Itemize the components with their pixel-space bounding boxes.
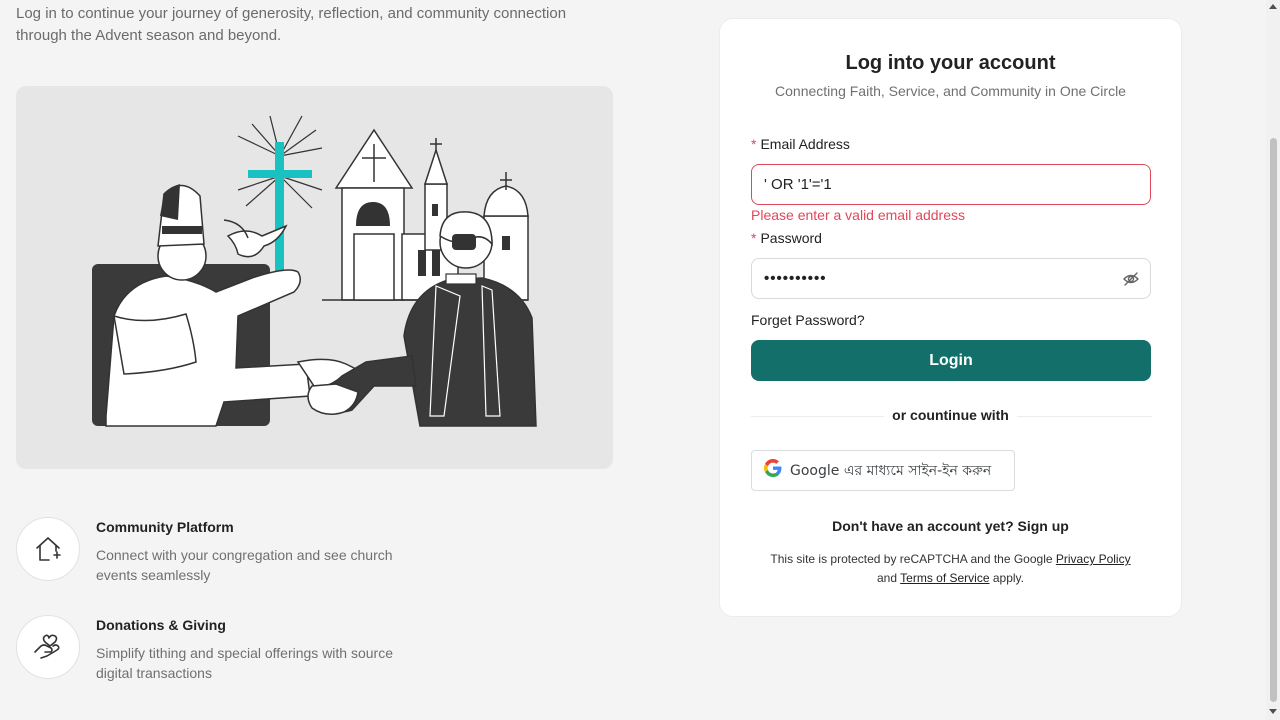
login-button[interactable]: Login	[751, 340, 1151, 381]
google-button-label: Google এর মাধ্যমে সাইন-ইন করুন	[790, 462, 992, 479]
google-signin-button[interactable]: Google এর মাধ্যমে সাইন-ইন করুন	[751, 450, 1015, 491]
feature-title: Community Platform	[96, 519, 234, 535]
password-field[interactable]: ••••••••••	[751, 258, 1151, 299]
hero-illustration	[16, 86, 613, 469]
hand-heart-icon	[16, 615, 80, 679]
scroll-down-icon[interactable]	[1269, 709, 1277, 714]
signup-link[interactable]: Sign up	[1018, 518, 1069, 534]
login-card: Log into your account Connecting Faith, …	[719, 18, 1182, 617]
password-value: ••••••••••	[764, 270, 827, 287]
recaptcha-notice: This site is protected by reCAPTCHA and …	[770, 552, 1131, 585]
email-field[interactable]: ' OR '1'='1	[751, 164, 1151, 205]
scroll-up-icon[interactable]	[1269, 4, 1277, 9]
login-subtitle: Connecting Faith, Service, and Community…	[775, 83, 1126, 99]
scrollbar-thumb[interactable]	[1270, 138, 1277, 702]
feature-description: Simplify tithing and special offerings w…	[96, 645, 394, 681]
email-error-message: Please enter a valid email address	[751, 207, 966, 223]
login-title: Log into your account	[845, 52, 1056, 74]
feature-description: Connect with your congregation and see c…	[96, 547, 393, 583]
forgot-password-link[interactable]: Forget Password?	[751, 312, 865, 328]
house-plus-icon	[16, 517, 80, 581]
required-asterisk: *	[751, 136, 757, 152]
email-label: * Email Address	[751, 136, 850, 152]
google-logo-icon	[764, 459, 782, 482]
required-asterisk: *	[751, 230, 757, 246]
clergy-handshake-illustration	[92, 115, 537, 427]
eye-slash-icon[interactable]	[1122, 270, 1140, 293]
page-scrollbar[interactable]	[1266, 0, 1280, 720]
signup-prompt: Don't have an account yet? Sign up	[832, 518, 1069, 534]
privacy-policy-link[interactable]: Privacy Policy	[1056, 552, 1131, 566]
divider-label: or countinue with	[720, 407, 1181, 425]
email-value: ' OR '1'='1	[764, 176, 832, 193]
feature-title: Donations & Giving	[96, 617, 226, 633]
intro-text: Log in to continue your journey of gener…	[16, 5, 567, 44]
terms-of-service-link[interactable]: Terms of Service	[900, 571, 989, 585]
password-label: * Password	[751, 230, 822, 246]
